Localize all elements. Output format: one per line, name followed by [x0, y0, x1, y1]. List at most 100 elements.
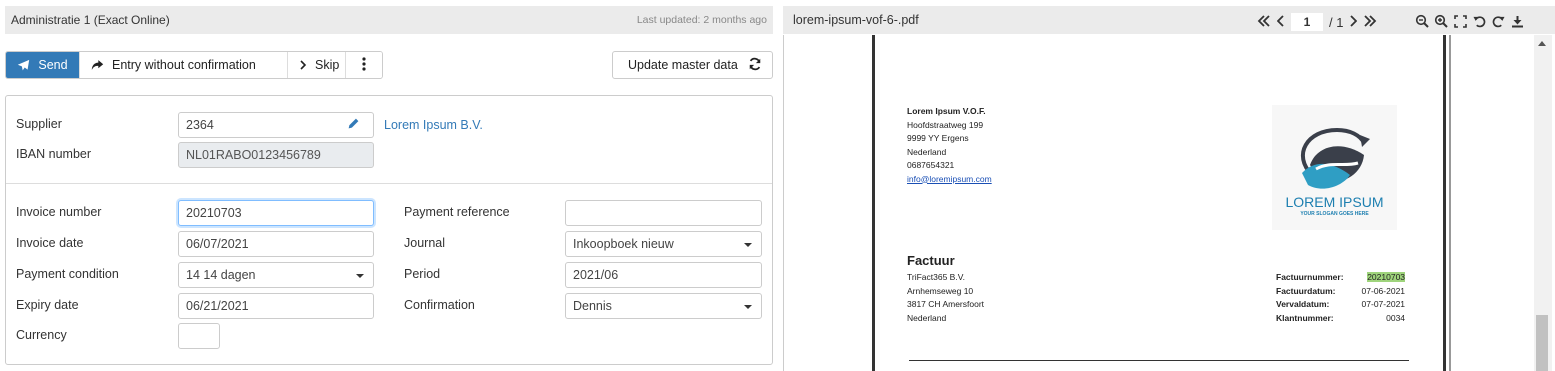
- download-icon[interactable]: [1510, 14, 1524, 28]
- invoice-number-label: Invoice number: [16, 205, 102, 219]
- recipient-name: TriFact365 B.V.: [907, 272, 965, 282]
- sender-country: Nederland: [907, 146, 947, 157]
- iban-input: NL01RABO0123456789: [178, 142, 374, 168]
- invoice-heading: Factuur: [907, 253, 955, 268]
- send-label: Send: [38, 58, 68, 72]
- meta-customer-number: 0034: [1386, 312, 1406, 323]
- more-options-button[interactable]: [346, 52, 382, 78]
- confirmation-select[interactable]: Dennis: [565, 293, 762, 319]
- payment-condition-label: Payment condition: [16, 267, 119, 281]
- recipient-zip: 3817 CH Amersfoort: [907, 299, 985, 309]
- meta-due-date: 07-07-2021: [1361, 299, 1406, 309]
- pencil-icon: [347, 117, 360, 133]
- confirmation-label: Confirmation: [404, 298, 475, 312]
- meta-key-due-date: Vervaldatum:: [1276, 299, 1330, 309]
- payment-reference-label: Payment reference: [404, 205, 510, 219]
- share-arrow-icon: [91, 59, 104, 71]
- pdf-viewer[interactable]: Lorem Ipsum V.O.F. Hoofdstraatweg 199 99…: [783, 35, 1555, 371]
- supplier-name-link[interactable]: Lorem Ipsum B.V.: [384, 118, 483, 132]
- logo-swirl-icon: [1300, 127, 1370, 189]
- skip-label: Skip: [315, 58, 340, 72]
- left-panel: Administratie 1 (Exact Online) Last upda…: [0, 0, 782, 371]
- expiry-date-input[interactable]: 06/21/2021: [178, 293, 374, 319]
- page-total: / 1: [1329, 14, 1344, 30]
- meta-key-invoice-number: Factuurnummer:: [1276, 272, 1344, 282]
- first-page-icon[interactable]: [1257, 14, 1271, 30]
- expiry-date-label: Expiry date: [16, 298, 79, 312]
- meta-key-invoice-date: Factuurdatum:: [1276, 285, 1336, 296]
- scrollbar-thumb[interactable]: [1536, 315, 1548, 371]
- logo-slogan: YOUR SLOGAN GOES HERE: [1300, 211, 1369, 217]
- journal-select[interactable]: Inkoopboek nieuw: [565, 231, 762, 257]
- company-logo: LOREM IPSUM YOUR SLOGAN GOES HERE: [1272, 105, 1397, 230]
- pdf-divider-line: [909, 360, 1409, 361]
- meta-invoice-number: 20210703: [1367, 272, 1406, 282]
- payment-condition-value: 14 14 dagen: [186, 268, 256, 282]
- recipient-street: Arnhemseweg 10: [907, 285, 974, 296]
- invoice-number-input[interactable]: 20210703: [178, 200, 374, 226]
- rotate-right-icon[interactable]: [1491, 14, 1505, 28]
- update-master-data-label: Update master data: [628, 58, 738, 72]
- invoice-form: [5, 95, 773, 365]
- viewer-gutter: [1449, 35, 1535, 371]
- zoom-out-icon[interactable]: [1415, 14, 1429, 28]
- administration-header: Administratie 1 (Exact Online) Last upda…: [5, 6, 773, 34]
- payment-condition-select[interactable]: 14 14 dagen: [178, 262, 374, 288]
- pdf-page-navigation: 1 / 1: [1257, 13, 1377, 31]
- pdf-panel: lorem-ipsum-vof-6-.pdf 1 / 1 Lorem Ipsum…: [783, 0, 1555, 371]
- paper-plane-icon: [17, 59, 30, 72]
- journal-label: Journal: [404, 236, 445, 250]
- edit-supplier-button[interactable]: [334, 112, 374, 138]
- caret-down-icon: [744, 305, 752, 309]
- last-updated: Last updated: 2 months ago: [636, 14, 767, 26]
- entry-without-confirmation-button[interactable]: Entry without confirmation: [80, 52, 288, 78]
- invoice-date-input[interactable]: 06/07/2021: [178, 231, 374, 257]
- logo-brand: LOREM IPSUM: [1285, 194, 1384, 210]
- sender-address: Lorem Ipsum V.O.F. Hoofdstraatweg 199 99…: [907, 105, 992, 186]
- skip-button[interactable]: Skip: [288, 52, 346, 78]
- journal-value: Inkoopboek nieuw: [573, 237, 674, 251]
- supplier-label: Supplier: [16, 117, 62, 131]
- invoice-meta: Factuurnummer: 20210703 Factuurdatum: 07…: [1276, 271, 1406, 325]
- zoom-in-icon[interactable]: [1434, 14, 1448, 28]
- update-master-data-button[interactable]: Update master data: [612, 51, 773, 79]
- caret-down-icon: [744, 243, 752, 247]
- meta-invoice-date: 07-06-2021: [1361, 285, 1406, 296]
- next-page-icon[interactable]: [1349, 14, 1358, 30]
- pdf-filename: lorem-ipsum-vof-6-.pdf: [793, 13, 919, 27]
- sender-name: Lorem Ipsum V.O.F.: [907, 106, 986, 116]
- kebab-menu-icon: [362, 56, 366, 74]
- administration-title: Administratie 1 (Exact Online): [11, 13, 170, 27]
- rotate-left-icon[interactable]: [1472, 14, 1486, 28]
- currency-input[interactable]: [178, 323, 220, 349]
- invoice-date-label: Invoice date: [16, 236, 84, 250]
- sender-email-link[interactable]: info@loremipsum.com: [907, 174, 992, 184]
- previous-page-icon[interactable]: [1276, 14, 1285, 30]
- meta-key-customer-number: Klantnummer:: [1276, 312, 1334, 323]
- iban-label: IBAN number: [16, 147, 92, 161]
- pdf-tools: [1415, 14, 1524, 28]
- recipient-address: TriFact365 B.V. Arnhemseweg 10 3817 CH A…: [907, 271, 984, 325]
- sender-street: Hoofdstraatweg 199: [907, 119, 984, 130]
- period-input[interactable]: 2021/06: [565, 262, 762, 288]
- form-divider: [6, 183, 772, 184]
- caret-down-icon: [356, 274, 364, 278]
- fullscreen-icon[interactable]: [1453, 14, 1467, 28]
- sender-phone: 0687654321: [907, 160, 955, 170]
- entry-label: Entry without confirmation: [112, 58, 256, 72]
- action-toolbar: Send Entry without confirmation Skip: [5, 51, 383, 79]
- pdf-header: lorem-ipsum-vof-6-.pdf 1 / 1: [783, 6, 1555, 34]
- scroll-up-icon[interactable]: [1538, 41, 1546, 46]
- payment-reference-input[interactable]: [565, 200, 762, 226]
- page-number-input[interactable]: 1: [1291, 13, 1323, 31]
- currency-label: Currency: [16, 328, 67, 342]
- refresh-icon: [748, 57, 762, 74]
- confirmation-value: Dennis: [573, 299, 612, 313]
- send-button[interactable]: Send: [6, 52, 80, 78]
- sender-zip: 9999 YY Ergens: [907, 133, 969, 143]
- recipient-country: Nederland: [907, 312, 947, 323]
- last-page-icon[interactable]: [1363, 14, 1377, 30]
- supplier-input[interactable]: 2364: [178, 112, 335, 138]
- period-label: Period: [404, 267, 441, 281]
- chevron-right-icon: [299, 60, 307, 70]
